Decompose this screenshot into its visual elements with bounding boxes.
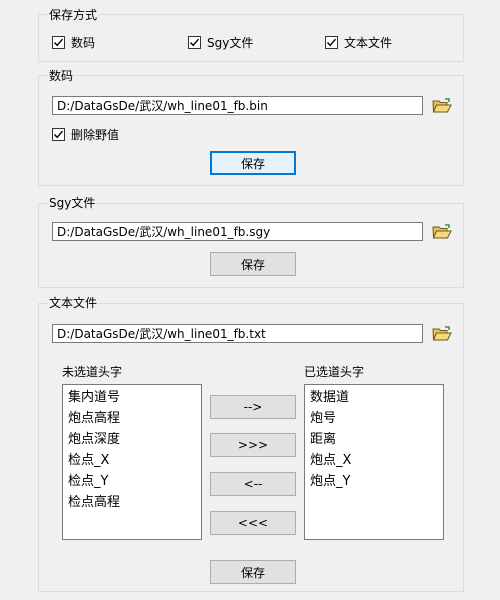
save-text-checkbox[interactable]: 文本文件 <box>325 34 392 51</box>
checkbox-box <box>52 128 65 141</box>
digital-path-input[interactable] <box>52 96 423 115</box>
list-item[interactable]: 集内道号 <box>66 387 201 408</box>
save-sgy-label: Sgy文件 <box>207 36 254 50</box>
remove-outliers-checkbox[interactable]: 删除野值 <box>52 126 119 143</box>
list-item[interactable]: 炮点高程 <box>66 408 201 429</box>
checkmark-icon <box>53 38 64 47</box>
list-item[interactable]: 距离 <box>308 429 443 450</box>
unselected-headers-list[interactable]: 集内道号 炮点高程 炮点深度 检点_X 检点_Y 检点高程 <box>62 384 202 540</box>
move-left-button[interactable]: <-- <box>210 472 296 496</box>
checkbox-box <box>325 36 338 49</box>
list-item[interactable]: 炮号 <box>308 408 443 429</box>
save-digital-checkbox[interactable]: 数码 <box>52 34 95 51</box>
list-item[interactable]: 数据道 <box>308 387 443 408</box>
list-item[interactable]: 检点高程 <box>66 492 201 513</box>
folder-open-icon[interactable] <box>432 326 452 342</box>
unselected-headers-label: 未选道头字 <box>62 365 123 379</box>
text-path-input[interactable] <box>52 324 423 343</box>
folder-open-icon[interactable] <box>432 224 452 240</box>
digital-title: 数码 <box>48 69 75 83</box>
digital-save-button[interactable]: 保存 <box>210 151 296 175</box>
move-right-button[interactable]: --> <box>210 395 296 419</box>
folder-open-icon[interactable] <box>432 98 452 114</box>
checkmark-icon <box>326 38 337 47</box>
move-all-right-button[interactable]: >>> <box>210 433 296 457</box>
list-item[interactable]: 炮点_X <box>308 450 443 471</box>
list-item[interactable]: 炮点_Y <box>308 471 443 492</box>
checkbox-box <box>52 36 65 49</box>
list-item[interactable]: 检点_Y <box>66 471 201 492</box>
text-file-title: 文本文件 <box>48 296 99 310</box>
save-sgy-checkbox[interactable]: Sgy文件 <box>188 34 253 51</box>
checkmark-icon <box>53 130 64 139</box>
sgy-title: Sgy文件 <box>48 196 97 210</box>
checkbox-box <box>188 36 201 49</box>
sgy-save-button[interactable]: 保存 <box>210 252 296 276</box>
sgy-path-input[interactable] <box>52 222 423 241</box>
list-item[interactable]: 炮点深度 <box>66 429 201 450</box>
list-item[interactable]: 检点_X <box>66 450 201 471</box>
remove-outliers-label: 删除野值 <box>71 128 120 142</box>
selected-headers-list[interactable]: 数据道 炮号 距离 炮点_X 炮点_Y <box>304 384 444 540</box>
save-digital-label: 数码 <box>71 36 96 50</box>
save-mode-title: 保存方式 <box>48 8 99 22</box>
move-all-left-button[interactable]: <<< <box>210 511 296 535</box>
save-text-label: 文本文件 <box>344 36 393 50</box>
selected-headers-label: 已选道头字 <box>304 365 365 379</box>
text-save-button[interactable]: 保存 <box>210 560 296 584</box>
checkmark-icon <box>189 38 200 47</box>
